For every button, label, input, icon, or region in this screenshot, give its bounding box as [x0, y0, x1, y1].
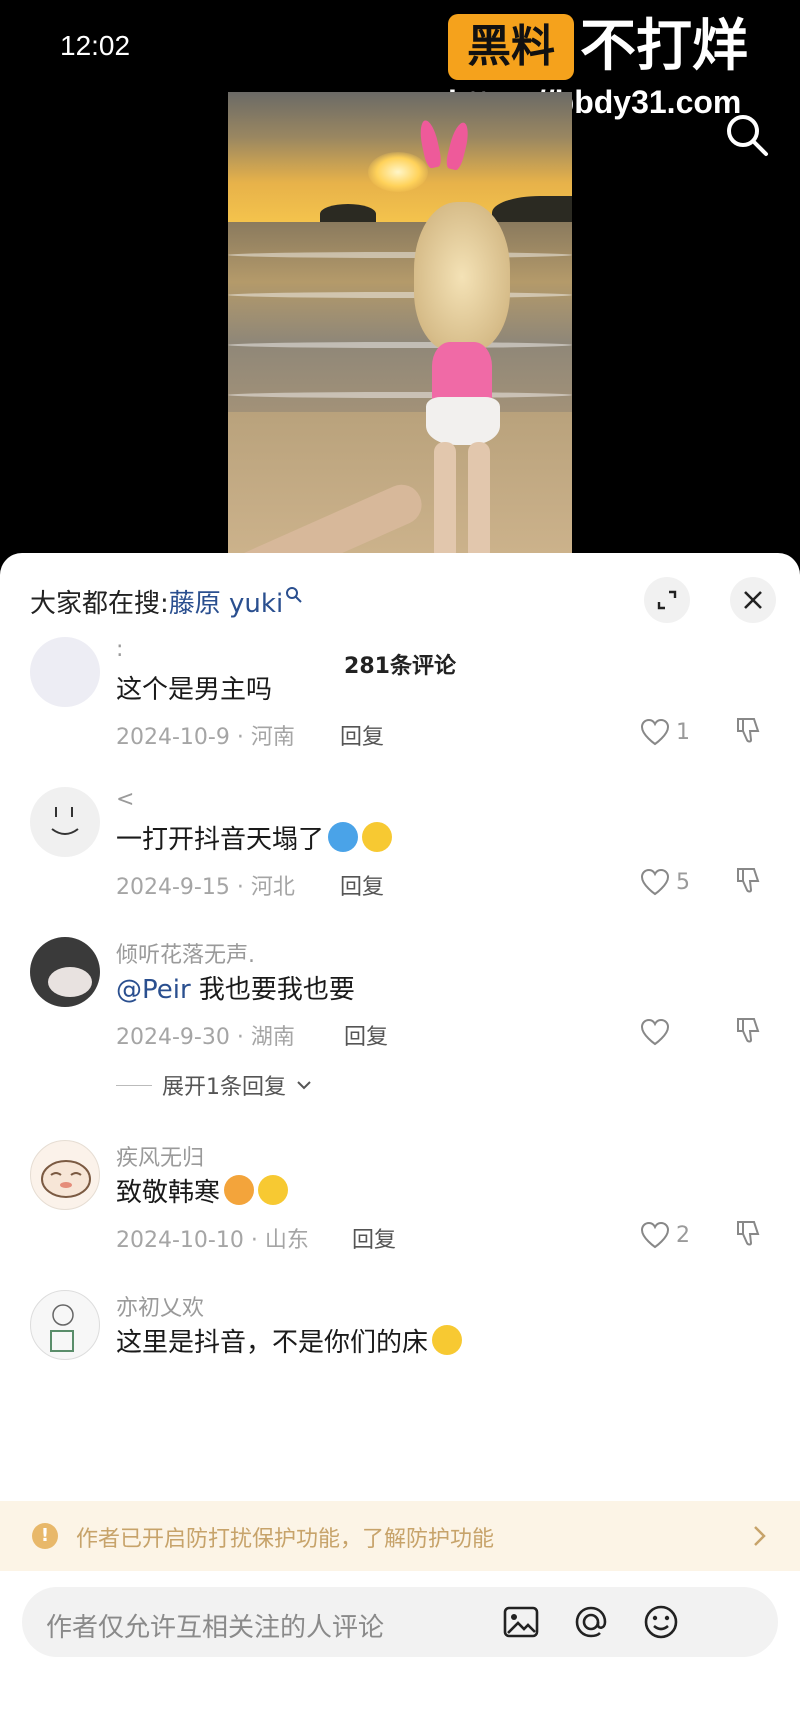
- avatar[interactable]: [30, 1290, 100, 1360]
- comment-text-content: 我也要我也要: [190, 975, 355, 1005]
- protection-notice[interactable]: ! 作者已开启防打扰保护功能，了解防护功能: [0, 1501, 800, 1571]
- avatar[interactable]: [30, 637, 100, 707]
- dislike-button[interactable]: [734, 1015, 768, 1049]
- comment-username[interactable]: 倾听花落无声.: [116, 937, 255, 969]
- emoji-icon[interactable]: [642, 1603, 680, 1641]
- mention-icon[interactable]: [572, 1603, 610, 1641]
- thumbs-down-icon: [737, 718, 760, 743]
- comment-item: < 一打开抖音天塌了 2024-9-15 · 河北 回复 5: [0, 785, 800, 945]
- heart-icon: [640, 718, 670, 746]
- comment-input[interactable]: 作者仅允许互相关注的人评论: [22, 1587, 778, 1657]
- comment-username[interactable]: <: [116, 787, 134, 812]
- thumbs-down-icon: [737, 868, 760, 893]
- comment-username[interactable]: 疾风无归: [116, 1140, 204, 1172]
- hot-search-prefix: 大家都在搜:: [30, 589, 169, 619]
- mention-link[interactable]: @Peir: [116, 975, 191, 1005]
- comment-input-placeholder: 作者仅允许互相关注的人评论: [46, 1613, 385, 1643]
- comment-username[interactable]: :: [116, 637, 123, 662]
- reply-button[interactable]: 回复: [352, 1222, 396, 1254]
- like-count: 5: [676, 869, 690, 895]
- close-button[interactable]: [730, 577, 776, 623]
- reply-button[interactable]: 回复: [340, 869, 384, 901]
- chevron-right-icon: [754, 1526, 766, 1546]
- comment-username[interactable]: 亦初乂欢: [116, 1290, 204, 1322]
- watermark-text: 不打烊: [580, 14, 748, 79]
- reply-button[interactable]: 回复: [340, 719, 384, 751]
- comment-date-location: 2024-9-15 · 河北: [116, 875, 295, 900]
- search-icon: [286, 587, 302, 603]
- search-icon[interactable]: [722, 110, 772, 160]
- expand-icon: [657, 590, 677, 610]
- comment-item: : 这个是男主吗 2024-10-9 · 河南 回复 1: [0, 635, 800, 795]
- crying-emoji-icon: [328, 822, 359, 852]
- comment-text: 一打开抖音天塌了: [116, 819, 393, 856]
- avatar[interactable]: [30, 787, 100, 857]
- thumbs-down-icon: [737, 1018, 760, 1043]
- video-player[interactable]: [228, 92, 572, 554]
- rolling-laughing-emoji-icon: [224, 1175, 255, 1205]
- comment-text-content: 这里是抖音，不是你们的床: [116, 1328, 429, 1358]
- avatar[interactable]: [30, 1140, 100, 1210]
- hot-search-keyword[interactable]: 藤原 yuki: [169, 589, 283, 619]
- comment-date-location: 2024-10-9 · 河南: [116, 725, 295, 750]
- notice-text: 作者已开启防打扰保护功能，了解防护功能: [76, 1527, 495, 1552]
- comment-sheet: 大家都在搜:藤原 yuki 281条评论 : 这个是男主吗 2024-10-9 …: [0, 553, 800, 1733]
- heart-icon: [640, 868, 670, 896]
- status-time: 12:02: [60, 30, 131, 61]
- comment-text: 这个是男主吗: [116, 675, 273, 705]
- comment-item: 疾风无归 致敬韩寒 2024-10-10 · 山东 回复 2: [0, 1138, 800, 1298]
- expand-replies-label: 展开1条回复: [162, 1075, 286, 1100]
- like-count: 2: [676, 1222, 690, 1248]
- warning-icon: !: [32, 1523, 58, 1549]
- ok-hand-emoji-icon: [258, 1175, 289, 1205]
- heart-icon: [640, 1018, 670, 1046]
- comment-date-location: 2024-10-10 · 山东: [116, 1228, 309, 1253]
- dislike-button[interactable]: [734, 1218, 768, 1252]
- comment-date-location: 2024-9-30 · 湖南: [116, 1025, 295, 1050]
- expand-replies-button[interactable]: 展开1条回复: [116, 1069, 312, 1101]
- reply-button[interactable]: 回复: [344, 1019, 388, 1051]
- chevron-down-icon: [297, 1081, 311, 1090]
- image-icon[interactable]: [502, 1603, 540, 1641]
- comment-item: 倾听花落无声. @Peir 我也要我也要 2024-9-30 · 湖南 回复 展…: [0, 935, 800, 1100]
- comment-text: @Peir 我也要我也要: [116, 969, 355, 1006]
- comment-text-content: 致敬韩寒: [116, 1178, 221, 1208]
- comment-text: 致敬韩寒: [116, 1172, 289, 1209]
- watermark-badge: 黑料: [448, 14, 574, 80]
- close-icon: [744, 591, 762, 609]
- dislike-button[interactable]: [734, 715, 768, 749]
- dislike-button[interactable]: [734, 865, 768, 899]
- like-button[interactable]: 2: [640, 1218, 690, 1252]
- heart-icon: [640, 1221, 670, 1249]
- hot-search[interactable]: 大家都在搜:藤原 yuki: [30, 583, 303, 620]
- like-button[interactable]: 1: [640, 715, 690, 749]
- comment-text: 这里是抖音，不是你们的床: [116, 1322, 463, 1359]
- like-button[interactable]: 5: [640, 865, 690, 899]
- comment-text-content: 一打开抖音天塌了: [116, 825, 325, 855]
- avatar[interactable]: [30, 937, 100, 1007]
- ok-hand-emoji-icon: [362, 822, 393, 852]
- comment-item: 亦初乂欢 这里是抖音，不是你们的床: [0, 1288, 800, 1388]
- eye-roll-emoji-icon: [432, 1325, 463, 1355]
- like-button[interactable]: [640, 1015, 676, 1049]
- expand-button[interactable]: [644, 577, 690, 623]
- like-count: 1: [676, 719, 690, 745]
- thumbs-down-icon: [737, 1221, 760, 1246]
